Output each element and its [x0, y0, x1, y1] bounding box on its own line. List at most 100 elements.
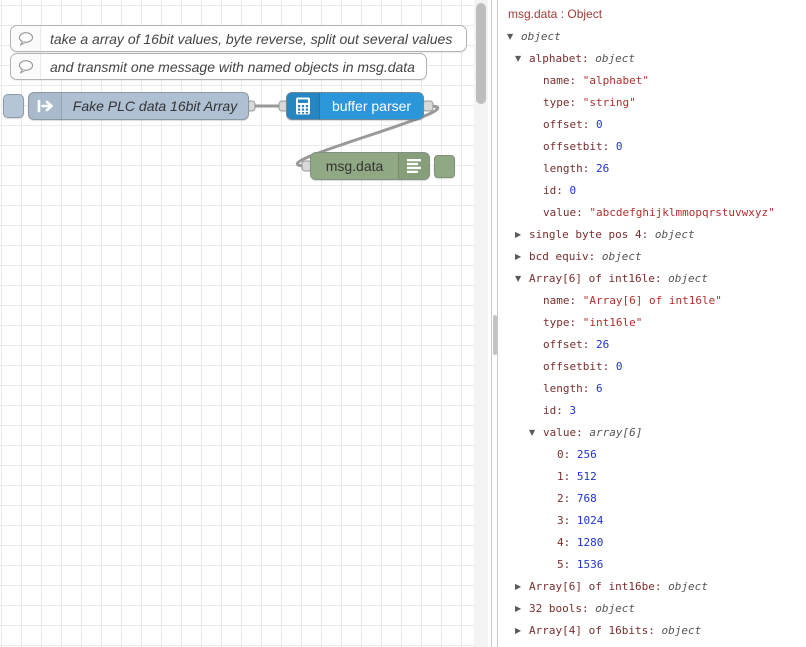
debug-tree-value: "int16le"	[583, 316, 643, 329]
expand-toggle-icon[interactable]: ▶	[515, 224, 529, 246]
comment-bubble-icon	[11, 54, 41, 79]
inject-arrow-icon	[29, 93, 62, 119]
collapse-toggle-icon[interactable]: ▼	[515, 268, 529, 290]
debug-tree-value: 1280	[577, 536, 604, 549]
debug-tree-row[interactable]: ▶32 bools: object	[499, 598, 806, 620]
splitter-line	[497, 0, 498, 647]
debug-node[interactable]: msg.data	[310, 152, 430, 180]
debug-tree-row: type: "string"	[499, 92, 806, 114]
debug-tree-value: 768	[577, 492, 597, 505]
debug-tree-row: offset: 0	[499, 114, 806, 136]
debug-tree-key: 32 bools:	[529, 602, 595, 615]
comment-label: and transmit one message with named obje…	[41, 59, 415, 75]
debug-tree-key: id:	[543, 184, 570, 197]
debug-tree-value: 26	[596, 162, 609, 175]
debug-tree-value: 1024	[577, 514, 604, 527]
debug-tree-key: offset:	[543, 118, 596, 131]
expand-toggle-icon[interactable]: ▶	[515, 246, 529, 268]
debug-tree-row[interactable]: ▼value: array[6]	[499, 422, 806, 444]
debug-tree-row[interactable]: ▶Array[6] of int16be: object	[499, 576, 806, 598]
debug-tree-value: 3	[570, 404, 577, 417]
debug-tree-key: value:	[543, 426, 589, 439]
debug-tree-value: object	[595, 602, 635, 615]
collapse-toggle-icon[interactable]: ▼	[507, 26, 521, 48]
debug-tree-row[interactable]: ▶single byte pos 4: object	[499, 224, 806, 246]
debug-tree-row[interactable]: ▼object	[499, 26, 806, 48]
debug-tree-row: length: 6	[499, 378, 806, 400]
debug-tree-key: 1:	[557, 470, 577, 483]
debug-tree-row[interactable]: ▼Array[6] of int16le: object	[499, 268, 806, 290]
debug-tree-row[interactable]: ▼alphabet: object	[499, 48, 806, 70]
debug-tree-value: 256	[577, 448, 597, 461]
debug-tree-value: 0	[616, 140, 623, 153]
debug-tree-value: 512	[577, 470, 597, 483]
debug-tree-key: 3:	[557, 514, 577, 527]
calculator-icon	[287, 93, 320, 119]
debug-tree-key: value:	[543, 206, 589, 219]
flow-canvas: take a array of 16bit values, byte rever…	[0, 0, 474, 647]
debug-tree-row: id: 0	[499, 180, 806, 202]
debug-tree-key: id:	[543, 404, 570, 417]
debug-tree-value: "Array[6] of int16le"	[583, 294, 722, 307]
debug-tree-value: "alphabet"	[583, 74, 649, 87]
debug-tree-key: Array[6] of int16be:	[529, 580, 668, 593]
buffer-parser-node[interactable]: buffer parser	[286, 92, 424, 120]
sidebar-splitter[interactable]	[488, 0, 499, 647]
canvas-scrollbar-thumb[interactable]	[476, 3, 486, 104]
comment-node-2[interactable]: and transmit one message with named obje…	[10, 53, 427, 80]
splitter-line	[491, 0, 492, 647]
debug-tree-key: type:	[543, 96, 583, 109]
expand-toggle-icon[interactable]: ▶	[515, 620, 529, 642]
debug-tree-row: offset: 26	[499, 334, 806, 356]
debug-tree-key: name:	[543, 74, 583, 87]
node-red-window: take a array of 16bit values, byte rever…	[0, 0, 806, 647]
inject-node-label: Fake PLC data 16bit Array	[62, 93, 248, 119]
debug-tree-value: object	[655, 228, 695, 241]
debug-tree-row: 4: 1280	[499, 532, 806, 554]
debug-node-label: msg.data	[311, 153, 398, 179]
debug-tree-row[interactable]: ▶bcd equiv: object	[499, 246, 806, 268]
comment-node-1[interactable]: take a array of 16bit values, byte rever…	[10, 25, 467, 52]
debug-tree-key: 0:	[557, 448, 577, 461]
canvas-scrollbar[interactable]	[474, 0, 488, 647]
debug-tree-key: 5:	[557, 558, 577, 571]
debug-tree-value: 0	[570, 184, 577, 197]
inject-node[interactable]: Fake PLC data 16bit Array	[28, 92, 249, 120]
debug-tree-value: 6	[596, 382, 603, 395]
debug-tree-key: offsetbit:	[543, 360, 616, 373]
debug-tree-key: single byte pos 4:	[529, 228, 655, 241]
debug-tree-key: length:	[543, 162, 596, 175]
debug-tree-key: alphabet:	[529, 52, 595, 65]
comment-bubble-icon	[11, 26, 41, 51]
debug-object-tree: ▼object▼alphabet: objectname: "alphabet"…	[499, 26, 806, 642]
debug-tree-value: 0	[616, 360, 623, 373]
debug-tree-key: 2:	[557, 492, 577, 505]
debug-tree-value: 1536	[577, 558, 604, 571]
debug-tree-key: bcd equiv:	[529, 250, 602, 263]
buffer-parser-node-label: buffer parser	[320, 93, 423, 119]
debug-tree-key: offsetbit:	[543, 140, 616, 153]
collapse-toggle-icon[interactable]: ▼	[515, 48, 529, 70]
debug-tree-value: object	[661, 624, 701, 637]
expand-toggle-icon[interactable]: ▶	[515, 598, 529, 620]
debug-list-icon	[398, 153, 429, 179]
debug-tree-row: id: 3	[499, 400, 806, 422]
debug-tree-row: type: "int16le"	[499, 312, 806, 334]
debug-tree-row: offsetbit: 0	[499, 356, 806, 378]
debug-toggle-button[interactable]	[434, 155, 455, 178]
debug-tree-value: object	[668, 272, 708, 285]
debug-tree-row: name: "alphabet"	[499, 70, 806, 92]
buffer-output-port[interactable]	[423, 101, 433, 111]
debug-tree-row[interactable]: ▶Array[4] of 16bits: object	[499, 620, 806, 642]
debug-tree-key: Array[4] of 16bits:	[529, 624, 661, 637]
collapse-toggle-icon[interactable]: ▼	[529, 422, 543, 444]
inject-trigger-button[interactable]	[3, 94, 24, 118]
debug-tree-value: object	[521, 30, 561, 43]
debug-tree-row: 0: 256	[499, 444, 806, 466]
debug-tree-value: "string"	[583, 96, 636, 109]
comment-label: take a array of 16bit values, byte rever…	[41, 31, 452, 47]
expand-toggle-icon[interactable]: ▶	[515, 576, 529, 598]
debug-tree-key: 4:	[557, 536, 577, 549]
splitter-drag-handle[interactable]	[493, 315, 497, 355]
debug-tree-key: Array[6] of int16le:	[529, 272, 668, 285]
